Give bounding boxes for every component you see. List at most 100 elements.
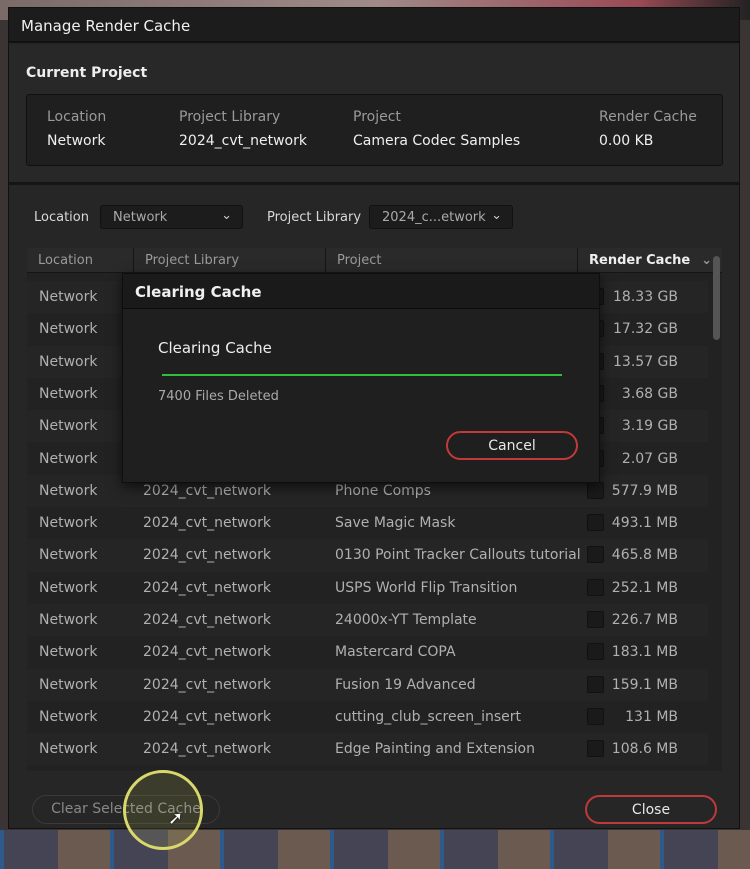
select-checkbox[interactable]	[587, 708, 604, 725]
cell-location: Network	[39, 547, 97, 563]
table-row[interactable]: Network 2024_cvt_network Fusion 19 Advan…	[27, 669, 708, 701]
cell-render-cache: 13.57 GB	[613, 354, 678, 370]
current-project-heading: Current Project	[26, 65, 147, 81]
label-location: Location	[47, 109, 106, 125]
label-render-cache: Render Cache	[599, 109, 697, 125]
cell-location: Network	[39, 386, 97, 402]
location-dropdown[interactable]: Network ⌄	[100, 205, 243, 229]
table-row[interactable]: Network 2024_cvt_network 0130 Point Trac…	[27, 539, 708, 571]
modal-title: Clearing Cache	[135, 283, 262, 301]
table-row[interactable]: Network 2024_cvt_network Save Magic Mask…	[27, 507, 708, 539]
cell-render-cache: 226.7 MB	[612, 612, 678, 628]
cell-render-cache: 159.1 MB	[612, 677, 678, 693]
cell-render-cache: 493.1 MB	[612, 515, 678, 531]
library-filter-label: Project Library	[267, 210, 361, 225]
value-library: 2024_cvt_network	[179, 133, 307, 149]
cell-render-cache: 2.07 GB	[622, 451, 678, 467]
select-checkbox[interactable]	[587, 611, 604, 628]
col-library[interactable]: Project Library	[134, 248, 326, 273]
modal-title-bar: Clearing Cache	[123, 274, 599, 309]
value-project: Camera Codec Samples	[353, 133, 520, 149]
cell-location: Network	[39, 741, 97, 757]
cell-project: Fusion 19 Advanced	[335, 677, 476, 693]
table-row[interactable]: Network 2024_cvt_network USPS World Flip…	[27, 572, 708, 604]
progress-fill	[162, 374, 562, 376]
table-row[interactable]: Network 2024_cvt_network 24000x-YT Templ…	[27, 604, 708, 636]
clearing-cache-modal: Clearing Cache Clearing Cache 7400 Files…	[122, 273, 600, 483]
cell-project: Mastercard COPA	[335, 644, 456, 660]
label-library: Project Library	[179, 109, 307, 125]
current-project-section: Current Project Location Network Project …	[9, 45, 739, 185]
cell-location: Network	[39, 515, 97, 531]
cell-library: 2024_cvt_network	[143, 515, 271, 531]
select-checkbox[interactable]	[587, 643, 604, 660]
cell-render-cache: 17.32 GB	[613, 321, 678, 337]
col-location[interactable]: Location	[27, 248, 134, 273]
cell-library: 2024_cvt_network	[143, 483, 271, 499]
chevron-down-icon: ⌄	[221, 208, 232, 223]
select-checkbox[interactable]	[587, 514, 604, 531]
cell-render-cache: 131 MB	[625, 709, 678, 725]
background-timeline	[0, 830, 750, 869]
cell-location: Network	[39, 677, 97, 693]
cell-location: Network	[39, 612, 97, 628]
table-row[interactable]: Network 2024_cvt_network Mastercard COPA…	[27, 636, 708, 668]
cell-project: 24000x-YT Template	[335, 612, 477, 628]
cell-project: Save Magic Mask	[335, 515, 455, 531]
select-checkbox[interactable]	[587, 546, 604, 563]
col-render-cache[interactable]: Render Cache⌄	[578, 248, 722, 273]
location-dropdown-value: Network	[113, 210, 167, 225]
cell-project: Phone Comps	[335, 483, 431, 499]
chevron-down-icon: ⌄	[491, 208, 502, 223]
cell-location: Network	[39, 321, 97, 337]
label-project: Project	[353, 109, 520, 125]
cell-location: Network	[39, 418, 97, 434]
select-checkbox[interactable]	[587, 740, 604, 757]
cell-render-cache: 465.8 MB	[612, 547, 678, 563]
cell-render-cache: 577.9 MB	[612, 483, 678, 499]
cell-library: 2024_cvt_network	[143, 741, 271, 757]
cell-render-cache: 3.19 GB	[622, 418, 678, 434]
scrollbar[interactable]	[713, 256, 720, 340]
select-checkbox[interactable]	[587, 579, 604, 596]
current-project-info: Location Network Project Library 2024_cvt_…	[26, 94, 723, 166]
table-row[interactable]: Network 2024_cvt_network Edge Painting a…	[27, 733, 708, 765]
table-header: Location Project Library Project Render …	[27, 248, 722, 273]
cell-render-cache: 108.6 MB	[612, 741, 678, 757]
cell-location: Network	[39, 451, 97, 467]
select-checkbox[interactable]	[587, 482, 604, 499]
cell-render-cache: 18.33 GB	[613, 289, 678, 305]
cancel-button[interactable]: Cancel	[446, 431, 578, 460]
cell-location: Network	[39, 289, 97, 305]
files-deleted-status: 7400 Files Deleted	[158, 389, 279, 404]
cell-library: 2024_cvt_network	[143, 612, 271, 628]
cell-library: 2024_cvt_network	[143, 580, 271, 596]
modal-heading: Clearing Cache	[158, 339, 272, 357]
table-row[interactable]: Network 2024_cvt_network cutting_club_sc…	[27, 701, 708, 733]
library-dropdown-value: 2024_c...etwork	[382, 210, 486, 225]
cell-render-cache: 183.1 MB	[612, 644, 678, 660]
click-highlight	[123, 770, 203, 850]
dialog-title: Manage Render Cache	[21, 17, 190, 35]
cell-location: Network	[39, 354, 97, 370]
select-checkbox[interactable]	[587, 676, 604, 693]
library-dropdown[interactable]: 2024_c...etwork ⌄	[369, 205, 513, 229]
value-location: Network	[47, 133, 106, 149]
cell-location: Network	[39, 580, 97, 596]
cell-location: Network	[39, 644, 97, 660]
value-render-cache: 0.00 KB	[599, 133, 697, 149]
mouse-cursor-icon: ➚	[168, 808, 183, 829]
cell-render-cache: 252.1 MB	[612, 580, 678, 596]
cell-project: Edge Painting and Extension	[335, 741, 535, 757]
cell-project: cutting_club_screen_insert	[335, 709, 521, 725]
cell-library: 2024_cvt_network	[143, 547, 271, 563]
cell-location: Network	[39, 709, 97, 725]
title-bar: Manage Render Cache	[9, 8, 739, 43]
cell-library: 2024_cvt_network	[143, 709, 271, 725]
close-button[interactable]: Close	[585, 795, 717, 824]
cell-project: 0130 Point Tracker Callouts tutorial	[335, 547, 581, 563]
location-filter-label: Location	[34, 210, 89, 225]
cell-library: 2024_cvt_network	[143, 644, 271, 660]
cell-location: Network	[39, 483, 97, 499]
col-project[interactable]: Project	[326, 248, 578, 273]
